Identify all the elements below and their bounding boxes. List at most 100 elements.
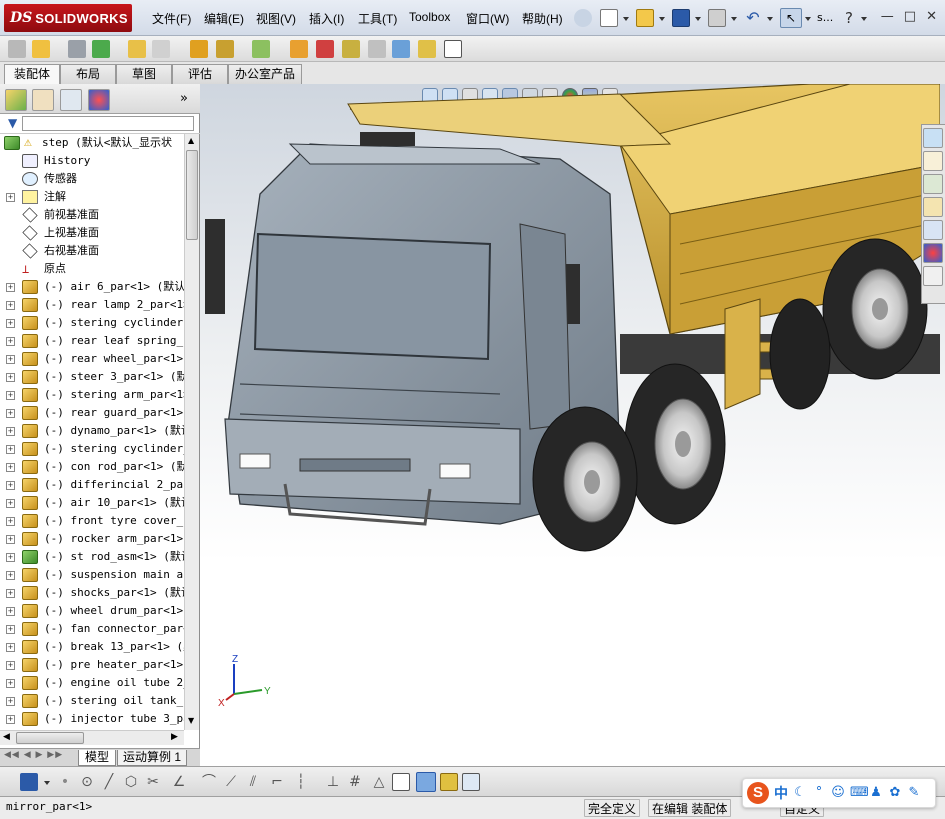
expand-icon[interactable]: + <box>6 589 15 598</box>
user-icon[interactable]: ♟ <box>869 786 883 800</box>
tab-model[interactable]: 模型 <box>78 750 116 766</box>
scroll-thumb[interactable] <box>16 732 84 744</box>
tree-item[interactable]: + (-) suspension main arm <box>0 566 184 584</box>
expand-icon[interactable]: + <box>6 355 15 364</box>
home-icon[interactable] <box>923 151 943 171</box>
new-part-icon[interactable] <box>32 40 50 58</box>
expand-icon[interactable]: + <box>6 481 15 490</box>
bill-of-materials-icon[interactable] <box>316 40 334 58</box>
appearance-icon[interactable] <box>440 773 458 791</box>
tree-item[interactable]: 上视基准面 <box>0 224 184 242</box>
emoji-icon[interactable]: ☺ <box>831 786 845 800</box>
tab-evaluate[interactable]: 评估 <box>172 64 228 84</box>
tree-item[interactable]: + (-) rear lamp 2_par<1> <box>0 296 184 314</box>
explode-line-sketch-icon[interactable] <box>368 40 386 58</box>
expand-icon[interactable]: + <box>6 517 15 526</box>
menu-insert[interactable]: 插入(I) <box>309 10 344 27</box>
tree-item[interactable]: + (-) stering cyclinder r <box>0 314 184 332</box>
open-folder-icon[interactable] <box>636 9 654 27</box>
expand-icon[interactable]: + <box>6 409 15 418</box>
ime-language[interactable]: 中 <box>774 783 788 803</box>
scroll-down-icon[interactable]: ▼ <box>188 716 194 725</box>
scroll-up-icon[interactable]: ▲ <box>188 136 194 145</box>
clearance-verification-icon[interactable] <box>418 40 436 58</box>
new-document-icon[interactable] <box>600 9 618 27</box>
reference-geometry-icon[interactable] <box>252 40 270 58</box>
expand-icon[interactable]: + <box>6 373 15 382</box>
tree-item[interactable]: + (-) dynamo_par<1> (默认 <box>0 422 184 440</box>
menu-view[interactable]: 视图(V) <box>256 10 296 27</box>
chamfer-icon[interactable]: ⟋ <box>222 773 240 791</box>
instant3d-icon[interactable] <box>444 40 462 58</box>
tree-item[interactable]: + (-) stering arm_par<1> <box>0 386 184 404</box>
keyboard-icon[interactable]: ⌨ <box>850 786 869 800</box>
mate-icon[interactable] <box>68 40 86 58</box>
chevron-down-icon[interactable] <box>623 17 629 21</box>
expand-icon[interactable]: + <box>6 283 15 292</box>
tree-vertical-scrollbar[interactable]: ▲ ▼ <box>184 134 199 730</box>
menu-window[interactable]: 窗口(W) <box>466 10 509 27</box>
tab-layout[interactable]: 布局 <box>60 64 116 84</box>
save-icon[interactable] <box>672 9 690 27</box>
new-motion-study-icon[interactable] <box>290 40 308 58</box>
point-icon[interactable]: • <box>56 773 74 791</box>
search-label[interactable]: s... <box>817 11 833 24</box>
tree-item[interactable]: 前视基准面 <box>0 206 184 224</box>
close-icon[interactable]: ✕ <box>926 9 937 24</box>
appearances-icon[interactable] <box>923 243 943 263</box>
tree-item[interactable]: + (-) con rod_par<1> (默认 <box>0 458 184 476</box>
tree-item[interactable]: + (-) engine oil tube 2_p <box>0 674 184 692</box>
tree-item[interactable]: + (-) steer 3_par<1> (默认 <box>0 368 184 386</box>
tree-item[interactable]: + (-) shocks_par<1> (默认 <box>0 584 184 602</box>
chevron-down-icon[interactable] <box>695 17 701 21</box>
tree-item[interactable]: 右视基准面 <box>0 242 184 260</box>
property-manager-tab-icon[interactable] <box>32 89 54 111</box>
tree-item[interactable]: + (-) rear guard_par<1> ( <box>0 404 184 422</box>
tree-root[interactable]: ⚠ step (默认<默认_显示状 <box>0 134 184 152</box>
sogou-logo[interactable]: S <box>747 782 769 804</box>
expand-icon[interactable]: + <box>6 679 15 688</box>
feature-manager-tab-icon[interactable] <box>5 89 27 111</box>
tree-item[interactable]: + (-) wheel drum_par<1> ( <box>0 602 184 620</box>
tree-horizontal-scrollbar[interactable]: ◀ ▶ <box>0 730 184 745</box>
menu-tools[interactable]: 工具(T) <box>358 10 397 27</box>
corner-icon[interactable]: ⌐ <box>268 773 286 791</box>
tree-item[interactable]: 传感器 <box>0 170 184 188</box>
menu-edit[interactable]: 编辑(E) <box>204 10 244 27</box>
trim-icon[interactable]: ✂ <box>144 773 162 791</box>
show-hidden-icon[interactable] <box>190 40 208 58</box>
grid-icon[interactable]: # <box>346 773 364 791</box>
moon-icon[interactable]: ☾ <box>793 786 807 800</box>
expand-icon[interactable]: + <box>6 391 15 400</box>
dimension-icon[interactable]: ⊥ <box>324 773 342 791</box>
configuration-manager-tab-icon[interactable] <box>60 89 82 111</box>
expand-icon[interactable]: + <box>6 535 15 544</box>
solidworks-resources-icon[interactable] <box>923 128 943 148</box>
construction-line-icon[interactable]: ┆ <box>292 773 310 791</box>
undo-icon[interactable]: ↶ <box>744 9 762 27</box>
tab-sketch[interactable]: 草图 <box>116 64 172 84</box>
expand-icon[interactable]: + <box>6 193 15 202</box>
expand-icon[interactable]: + <box>6 319 15 328</box>
custom-properties-icon[interactable] <box>923 266 943 286</box>
line-icon[interactable]: ╱ <box>100 773 118 791</box>
linear-pattern-icon[interactable] <box>92 40 110 58</box>
smart-fasteners-icon[interactable] <box>128 40 146 58</box>
skin-icon[interactable]: ✿ <box>888 786 902 800</box>
expand-icon[interactable]: + <box>6 301 15 310</box>
view-palette-icon[interactable] <box>923 220 943 240</box>
scroll-left-icon[interactable]: ◀ <box>3 732 10 742</box>
filter-icon[interactable]: ▼ <box>8 116 17 130</box>
triangle-icon[interactable]: △ <box>370 773 388 791</box>
offset-icon[interactable]: ⫽ <box>244 773 262 791</box>
tree-item[interactable]: + (-) break 13_par<1> (默 <box>0 638 184 656</box>
scroll-right-icon[interactable]: ▶ <box>171 732 178 742</box>
chevron-down-icon[interactable] <box>44 781 50 785</box>
tree-item[interactable]: + (-) differincial 2_par< <box>0 476 184 494</box>
expand-panel-icon[interactable]: » <box>180 91 188 106</box>
tree-item[interactable]: ⊥ 原点 <box>0 260 184 278</box>
truck-model[interactable] <box>200 84 940 584</box>
display-manager-tab-icon[interactable] <box>88 89 110 111</box>
tree-item[interactable]: + (-) front tyre cover_pa <box>0 512 184 530</box>
expand-icon[interactable]: + <box>6 643 15 652</box>
